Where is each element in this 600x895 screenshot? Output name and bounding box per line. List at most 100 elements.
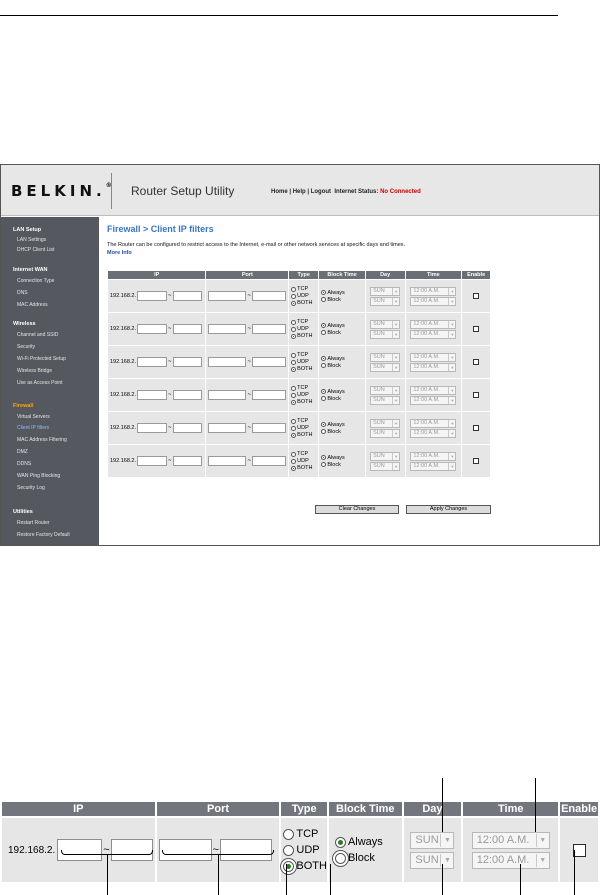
sidebar-item-dhcp-client-list[interactable]: DHCP Client List [17,247,54,253]
block-option[interactable]: Always [321,389,364,395]
logout-link[interactable]: Logout [311,189,331,195]
type-option[interactable]: TCP [291,451,318,457]
time-select[interactable]: 12:00 A.M. ▼ [410,362,457,372]
time-select[interactable]: 12:00 A.M. ▼ [410,418,457,428]
day-select[interactable]: SUN ▼ [370,395,401,405]
sidebar-item-security-log[interactable]: Security Log [17,485,45,491]
port-start-input[interactable] [208,390,247,400]
type-option[interactable]: TCP [291,418,318,424]
block-option[interactable]: Block [321,429,364,435]
sidebar-section-lan-setup[interactable]: LAN Setup [13,227,41,233]
block-option[interactable]: Block [321,363,364,369]
clear-changes-button[interactable]: Clear Changes [315,505,399,514]
ip-end-input[interactable] [172,390,202,400]
day-select[interactable]: SUN ▼ [370,451,401,461]
type-option[interactable]: TCP [291,352,318,358]
sidebar-item-dns[interactable]: DNS [17,290,28,296]
type-option[interactable]: BOTH [291,465,318,471]
sidebar-item-virtual-servers[interactable]: Virtual Servers [17,414,50,420]
zoom-type-option-both[interactable]: BOTH [283,859,327,873]
enable-checkbox[interactable] [473,359,480,365]
block-option[interactable]: Block [321,396,364,402]
sidebar-item-wps[interactable]: Wi-Fi Protected Setup [17,356,66,362]
type-option[interactable]: BOTH [291,366,318,372]
day-select[interactable]: SUN ▼ [370,352,401,362]
day-select[interactable]: SUN ▼ [370,428,401,438]
sidebar-item-client-ip-filters[interactable]: Client IP filters [17,425,49,431]
sidebar-item-ddns[interactable]: DDNS [17,461,31,467]
time-select[interactable]: 12:00 A.M. ▼ [410,461,457,471]
block-option[interactable]: Block [321,330,364,336]
help-link[interactable]: Help [293,189,306,195]
sidebar-item-mac-address[interactable]: MAC Address [17,302,48,308]
sidebar-item-restore-defaults[interactable]: Restore Factory Default [17,532,70,538]
zoom-time-end-select[interactable]: 12:00 A.M. ▼ [471,851,550,869]
zoom-block-option-always[interactable]: Always [334,835,402,849]
block-option[interactable]: Block [321,462,364,468]
port-end-input[interactable] [251,390,286,400]
type-option[interactable]: TCP [291,319,318,325]
zoom-day-end-select[interactable]: SUN ▼ [410,851,455,869]
block-option[interactable]: Always [321,356,364,362]
sidebar-item-connection-type[interactable]: Connection Type [17,278,54,284]
time-select[interactable]: 12:00 A.M. ▼ [410,296,457,306]
ip-start-input[interactable] [137,456,167,466]
ip-start-input[interactable] [137,324,167,334]
time-select[interactable]: 12:00 A.M. ▼ [410,385,457,395]
type-option[interactable]: BOTH [291,333,318,339]
day-select[interactable]: SUN ▼ [370,286,401,296]
apply-changes-button[interactable]: Apply Changes [406,505,491,514]
port-start-input[interactable] [208,291,247,301]
port-start-input[interactable] [208,324,247,334]
time-select[interactable]: 12:00 A.M. ▼ [410,395,457,405]
day-select[interactable]: SUN ▼ [370,319,401,329]
sidebar-item-restart-router[interactable]: Restart Router [17,520,50,526]
type-option[interactable]: UDP [291,458,318,464]
sidebar-section-firewall[interactable]: Firewall [13,403,33,409]
type-option[interactable]: BOTH [291,432,318,438]
port-end-input[interactable] [251,456,286,466]
block-option[interactable]: Always [321,323,364,329]
home-link[interactable]: Home [271,189,288,195]
type-option[interactable]: TCP [291,286,318,292]
ip-start-input[interactable] [137,357,167,367]
sidebar-item-channel-ssid[interactable]: Channel and SSID [17,332,58,338]
port-end-input[interactable] [251,291,286,301]
day-select[interactable]: SUN ▼ [370,329,401,339]
port-end-input[interactable] [251,324,286,334]
time-select[interactable]: 12:00 A.M. ▼ [410,352,457,362]
block-option[interactable]: Always [321,422,364,428]
zoom-day-start-select[interactable]: SUN ▼ [410,831,455,849]
ip-start-input[interactable] [137,423,167,433]
type-option[interactable]: UDP [291,425,318,431]
more-info-link[interactable]: More Info [107,250,132,256]
time-select[interactable]: 12:00 A.M. ▼ [410,329,457,339]
time-select[interactable]: 12:00 A.M. ▼ [410,428,457,438]
type-option[interactable]: UDP [291,359,318,365]
zoom-type-option-tcp[interactable]: TCP [283,827,327,841]
zoom-block-option-block[interactable]: Block [334,851,402,865]
port-end-input[interactable] [251,423,286,433]
time-select[interactable]: 12:00 A.M. ▼ [410,319,457,329]
block-option[interactable]: Block [321,297,364,303]
sidebar-item-lan-settings[interactable]: LAN Settings [17,237,46,243]
sidebar-section-wireless[interactable]: Wireless [13,321,36,327]
day-select[interactable]: SUN ▼ [370,296,401,306]
type-option[interactable]: UDP [291,326,318,332]
port-start-input[interactable] [208,456,247,466]
sidebar-section-utilities[interactable]: Utilities [13,509,33,515]
type-option[interactable]: UDP [291,392,318,398]
ip-start-input[interactable] [137,390,167,400]
ip-end-input[interactable] [172,423,202,433]
sidebar-item-dmz[interactable]: DMZ [17,449,28,455]
day-select[interactable]: SUN ▼ [370,385,401,395]
type-option[interactable]: BOTH [291,300,318,306]
enable-checkbox[interactable] [473,293,480,299]
ip-end-input[interactable] [172,456,202,466]
day-select[interactable]: SUN ▼ [370,362,401,372]
sidebar-item-security[interactable]: Security [17,344,35,350]
port-end-input[interactable] [251,357,286,367]
zoom-time-start-select[interactable]: 12:00 A.M. ▼ [471,831,550,849]
block-option[interactable]: Always [321,455,364,461]
block-option[interactable]: Always [321,290,364,296]
